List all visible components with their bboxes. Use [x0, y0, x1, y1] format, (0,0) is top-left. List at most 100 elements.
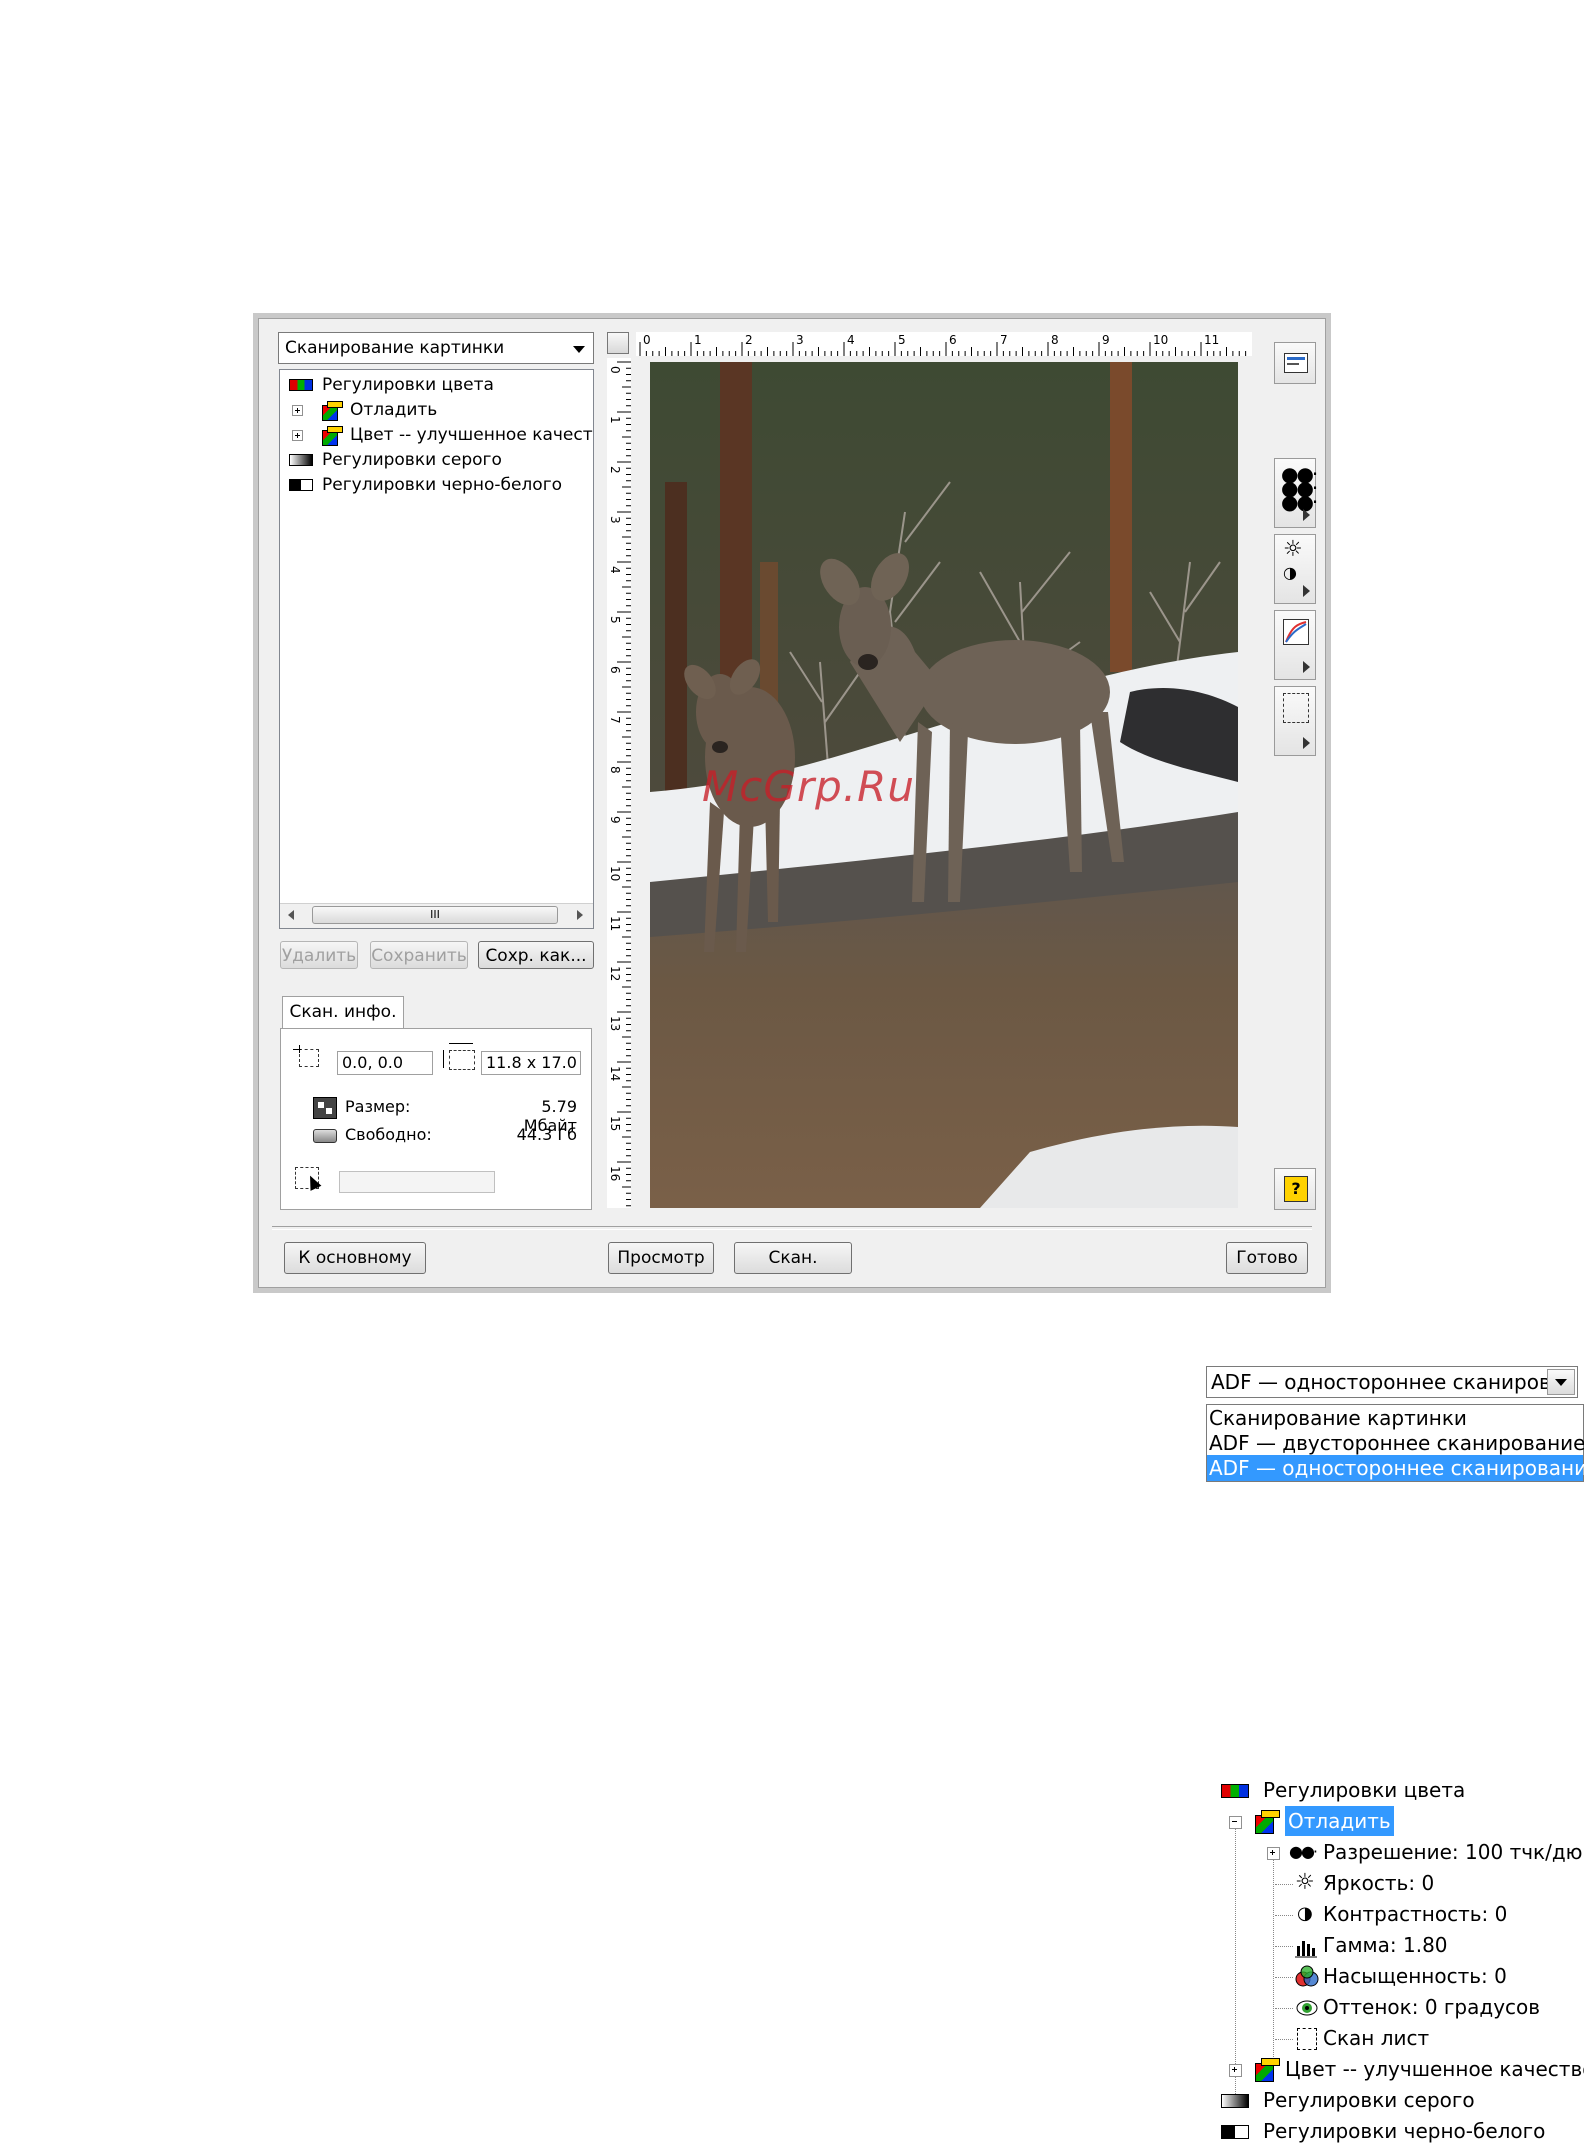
color-curve-tool-button[interactable] — [1274, 610, 1316, 680]
color-cube-icon — [1255, 1810, 1280, 1834]
ruler-label: 10 — [1153, 333, 1168, 347]
tree-horizontal-scrollbar[interactable]: III — [280, 903, 593, 928]
watermark-text: McGrp.Ru — [702, 762, 915, 811]
ruler-label: 6 — [949, 333, 957, 347]
origin-field: 0.0, 0.0 — [337, 1051, 433, 1075]
tree-item-label-selected: Отладить — [1285, 1806, 1394, 1836]
free-label: Свободно: — [345, 1125, 432, 1144]
chevron-down-icon[interactable] — [565, 335, 591, 361]
scan-mode-combo[interactable]: Сканирование картинки — [278, 332, 594, 364]
ruler-label: 1 — [694, 333, 702, 347]
help-button[interactable]: ? — [1274, 1168, 1316, 1210]
ruler-label: 8 — [608, 766, 622, 774]
tree-item-label: Насыщенность: 0 — [1323, 1964, 1507, 1988]
mode-dropdown-list[interactable]: Сканирование картинки ADF — двустороннее… — [1206, 1404, 1584, 1482]
expand-arrow-icon[interactable] — [1303, 737, 1310, 749]
ruler-label: 0 — [608, 366, 622, 374]
ruler-label: 7 — [608, 716, 622, 724]
properties-button[interactable] — [1274, 342, 1316, 384]
ruler-label: 10 — [608, 866, 622, 881]
ruler-corner-button[interactable] — [607, 332, 629, 354]
hue-icon — [1295, 1997, 1319, 2019]
scroll-left-icon[interactable] — [288, 910, 294, 920]
save-as-button[interactable]: Сохр. как... — [478, 941, 594, 969]
ruler-label: 4 — [847, 333, 855, 347]
chevron-down-icon[interactable] — [1547, 1369, 1575, 1395]
contrast-icon: ◑ — [1283, 563, 1297, 582]
ruler-label: 14 — [608, 1066, 622, 1081]
to-basic-button[interactable]: К основному — [284, 1242, 426, 1274]
preview-image[interactable]: McGrp.Ru — [650, 362, 1238, 1208]
scroll-right-icon[interactable] — [577, 910, 583, 920]
dropdown-current-value: ADF — одностороннее сканирован — [1211, 1370, 1577, 1394]
scan-area-tool-button[interactable] — [1274, 686, 1316, 756]
brightness-tool-button[interactable]: ☼ ◑ — [1274, 534, 1316, 604]
scroll-thumb[interactable]: III — [312, 906, 558, 924]
mode-dropdown-combo[interactable]: ADF — одностороннее сканирован — [1206, 1366, 1578, 1398]
origin-icon — [293, 1045, 319, 1069]
color-curve-icon — [1283, 619, 1309, 645]
size-label: Размер: — [345, 1097, 411, 1116]
tree-item-label: Отладить — [350, 400, 438, 420]
color-adjust-icon — [1221, 1784, 1249, 1798]
tree-item-label: Контрастность: 0 — [1323, 1902, 1508, 1926]
ruler-label: 5 — [898, 333, 906, 347]
scan-mode-value: Сканирование картинки — [285, 338, 505, 358]
expand-plus-icon[interactable] — [292, 430, 303, 441]
tab-scan-info[interactable]: Скан. инфо. — [282, 996, 404, 1029]
done-button[interactable]: Готово — [1226, 1242, 1308, 1274]
tree-connector — [1275, 1946, 1293, 1947]
dropdown-option-selected[interactable]: ADF — одностороннее сканирование — [1207, 1455, 1584, 1481]
vertical-ruler: 0 1 2 3 4 5 6 7 8 9 10 11 12 13 14 15 16 — [607, 358, 631, 1208]
ruler-label: 9 — [1102, 333, 1110, 347]
expand-plus-icon[interactable] — [1229, 2064, 1242, 2077]
ruler-label: 4 — [608, 566, 622, 574]
free-amount: 44.3 Гб — [516, 1125, 577, 1144]
ruler-label: 11 — [1204, 333, 1219, 347]
brightness-icon: ☼ — [1295, 1870, 1315, 1895]
gray-adjust-icon — [289, 454, 313, 466]
gray-adjust-icon — [1221, 2094, 1249, 2108]
delete-button[interactable]: Удалить — [280, 941, 358, 969]
ruler-label: 8 — [1051, 333, 1059, 347]
resolution-icon: ●●· ●●· ●●· — [1281, 462, 1318, 514]
expand-arrow-icon[interactable] — [1303, 661, 1310, 673]
expand-plus-icon[interactable] — [1267, 1847, 1280, 1860]
dropdown-option[interactable]: ADF — двустороннее сканирование — [1209, 1430, 1584, 1456]
ruler-label: 5 — [608, 616, 622, 624]
help-icon: ? — [1284, 1176, 1308, 1202]
expand-arrow-icon[interactable] — [1303, 585, 1310, 597]
cursor-select-icon — [295, 1167, 322, 1193]
resolution-tool-button[interactable]: ●●· ●●· ●●· — [1274, 458, 1318, 528]
preview-button[interactable]: Просмотр — [608, 1242, 714, 1274]
expanded-settings-tree[interactable]: Регулировки цвета Отладить ●●· Разрешени… — [1215, 1775, 1584, 2153]
tree-item-label: Регулировки черно-белого — [1263, 2119, 1546, 2143]
color-adjust-icon — [289, 379, 313, 391]
tree-item-label: Регулировки черно-белого — [322, 475, 563, 495]
settings-tree[interactable]: Регулировки цвета Отладить Цвет -- улучш… — [279, 369, 594, 929]
tree-item-label: Регулировки цвета — [322, 375, 494, 395]
scan-area-size-icon — [443, 1043, 477, 1071]
ruler-label: 3 — [796, 333, 804, 347]
progress-bar — [339, 1171, 495, 1193]
tree-connector — [1275, 1977, 1293, 1978]
tree-item-label: Цвет -- улучшенное качество — [1285, 2057, 1584, 2081]
tree-item-label: Яркость: 0 — [1323, 1871, 1435, 1895]
scan-button[interactable]: Скан. — [734, 1242, 852, 1274]
dropdown-option[interactable]: Сканирование картинки — [1209, 1405, 1579, 1431]
ruler-label: 2 — [608, 466, 622, 474]
ruler-label: 6 — [608, 666, 622, 674]
tree-item-label: Оттенок: 0 градусов — [1323, 1995, 1541, 2019]
ruler-label: 2 — [745, 333, 753, 347]
expand-arrow-icon[interactable] — [1303, 509, 1310, 521]
color-cube-icon — [1255, 2058, 1280, 2082]
scroll-grip: III — [430, 908, 440, 921]
collapse-minus-icon[interactable] — [1229, 1816, 1242, 1829]
tree-item-label: Скан лист — [1323, 2026, 1430, 2050]
brightness-icon: ☼ — [1283, 537, 1303, 562]
expand-plus-icon[interactable] — [292, 405, 303, 416]
ruler-label: 9 — [608, 816, 622, 824]
file-size-icon — [313, 1097, 337, 1119]
save-button[interactable]: Сохранить — [370, 941, 468, 969]
color-cube-icon — [322, 426, 343, 446]
